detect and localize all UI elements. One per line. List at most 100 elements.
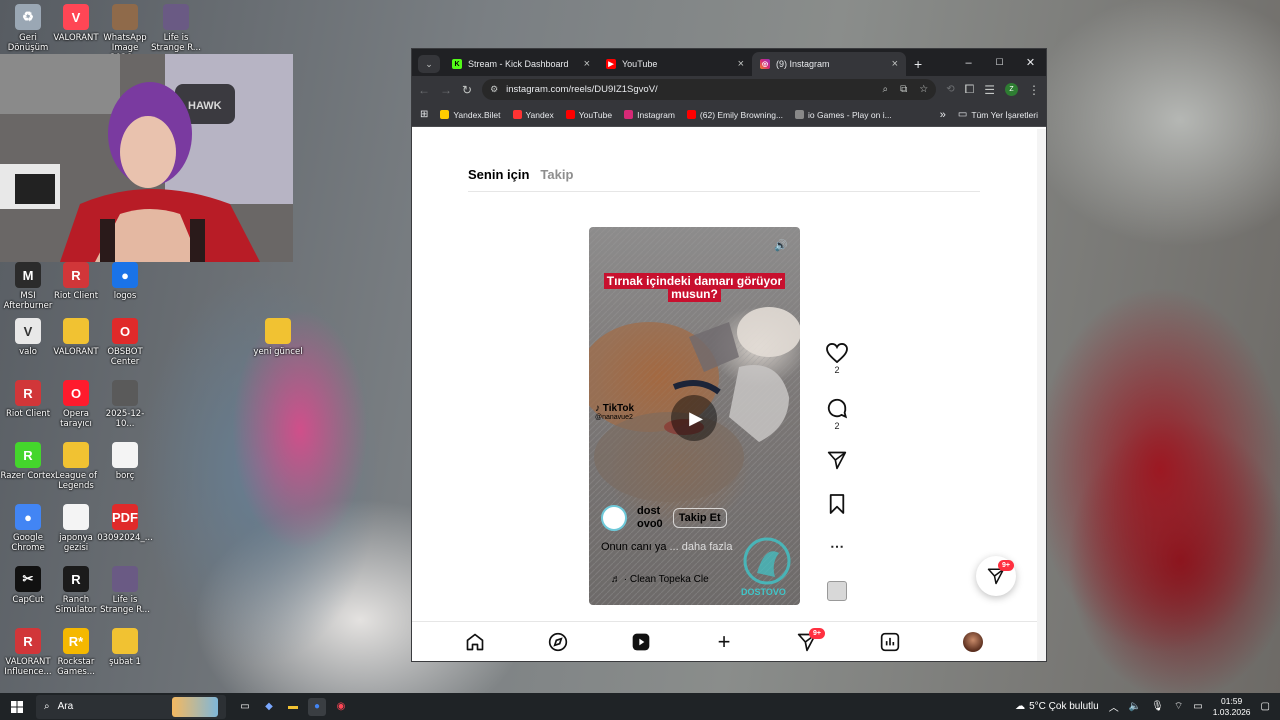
activity-icon[interactable]	[880, 632, 900, 652]
site-settings-icon[interactable]: ⚙	[490, 84, 498, 95]
copilot-icon[interactable]: ◆	[260, 698, 278, 716]
desktop-icon-label: şubat 1	[109, 657, 141, 667]
reels-icon[interactable]	[631, 632, 651, 652]
desktop-icon[interactable]: R Ranch Simulator	[48, 566, 104, 615]
all-bookmarks-folder[interactable]: ▭ Tüm Yer İşaretleri	[958, 109, 1038, 120]
sound-icon[interactable]: 🔊	[774, 239, 788, 252]
more-options-icon[interactable]: ⋯	[825, 538, 849, 555]
desktop-icon[interactable]: O OBSBOT Center	[97, 318, 153, 367]
desktop-icon[interactable]: Life is Strange R...	[148, 4, 204, 53]
search-highlight-image	[172, 696, 218, 717]
app-icon: V	[63, 4, 89, 30]
bookmark-item[interactable]: Yandex	[512, 109, 554, 120]
desktop-icon-label: VALORANT	[53, 33, 99, 43]
reload-icon[interactable]: ↻	[462, 83, 472, 97]
tab-for-you[interactable]: Senin için	[468, 167, 529, 182]
bookmarks-overflow-icon[interactable]: »	[940, 109, 946, 121]
author-username[interactable]: dost ovo0	[637, 505, 663, 531]
desktop-icon[interactable]: League of Legends	[48, 442, 104, 491]
direct-nav-icon[interactable]: 9+	[797, 628, 825, 652]
desktop-icon[interactable]: O Opera tarayıcı	[48, 380, 104, 429]
desktop-icon[interactable]: yeni güncel	[250, 318, 306, 357]
media-controls-icon[interactable]: ☰	[984, 83, 995, 97]
weather-widget[interactable]: ☁ 5°C Çok bulutlu	[1015, 701, 1099, 712]
profile-avatar[interactable]: Z	[1005, 83, 1018, 96]
tab-following[interactable]: Takip	[540, 167, 573, 182]
tray-overflow-icon[interactable]: ︿	[1109, 699, 1119, 714]
address-bar[interactable]: ⚙ instagram.com/reels/DU9IZ1SgvoV/ ⌕ ⧉ ☆	[482, 79, 937, 100]
bookmark-item[interactable]: (62) Emily Browning...	[686, 110, 783, 120]
messages-button[interactable]: 9+	[976, 556, 1016, 596]
close-tab-icon[interactable]: ×	[738, 58, 744, 70]
tab-instagram[interactable]: ◎ (9) Instagram ×	[752, 52, 906, 76]
tab-strip: ⌄ K Stream - Kick Dashboard × ▶ YouTube …	[412, 49, 1046, 76]
bookmark-label: Yandex	[525, 109, 554, 120]
comment-action[interactable]: 2	[825, 397, 849, 431]
tab-kick-dashboard[interactable]: K Stream - Kick Dashboard ×	[444, 52, 598, 76]
extensions-icon[interactable]: ⧠	[965, 82, 975, 97]
windows-start-icon[interactable]	[8, 698, 26, 716]
app-icon	[265, 318, 291, 344]
reel-video[interactable]: 🔊 Tırnak içindeki damarı görüyor musun? …	[589, 227, 800, 605]
follow-button[interactable]: Takip Et	[672, 508, 727, 528]
app-icon: R*	[63, 628, 89, 654]
desktop-icon[interactable]: V VALORANT	[48, 4, 104, 43]
display-icon[interactable]: ▭	[1193, 701, 1202, 712]
forward-icon[interactable]: →	[440, 83, 452, 97]
share-action[interactable]	[825, 450, 849, 472]
bookmark-item[interactable]: YouTube	[565, 110, 612, 120]
new-tab-button[interactable]: +	[906, 52, 930, 76]
desktop-icon[interactable]: borç	[97, 442, 153, 481]
apps-grid-icon[interactable]: ⊞	[420, 109, 428, 120]
menu-icon[interactable]: ⋮	[1028, 83, 1040, 97]
minimize-button[interactable]: –	[953, 57, 984, 69]
profile-icon[interactable]	[963, 632, 983, 652]
more-link[interactable]: ... daha fazla	[670, 541, 733, 553]
taskbar-search[interactable]: ⌕ Ara	[36, 694, 226, 719]
desktop-icon[interactable]: PDF 03092024_...	[97, 504, 153, 543]
file-explorer-icon[interactable]: ▬	[284, 698, 302, 716]
notifications-icon[interactable]: ▢	[1261, 701, 1270, 712]
like-action[interactable]: 2	[825, 342, 849, 375]
bookmark-item[interactable]: Instagram	[624, 110, 675, 120]
microphone-icon[interactable]: 🎙	[1151, 701, 1164, 712]
desktop-icon[interactable]: 2025-12-10...	[97, 380, 153, 429]
back-icon[interactable]: ←	[418, 83, 430, 97]
clock[interactable]: 01:59 1.03.2026	[1213, 696, 1251, 718]
cast-icon[interactable]: ⧉	[900, 84, 907, 95]
maximize-button[interactable]: ☐	[984, 57, 1015, 68]
reel-audio[interactable]: ♬ · Clean Topeka Cle	[611, 574, 709, 585]
desktop-icon[interactable]: ● logos	[97, 262, 153, 301]
desktop-icon[interactable]: R Riot Client	[48, 262, 104, 301]
desktop-icon[interactable]: şubat 1	[97, 628, 153, 667]
zoom-icon[interactable]: ⌕	[883, 84, 889, 95]
save-action[interactable]	[825, 494, 849, 516]
close-tab-icon[interactable]: ×	[584, 58, 590, 70]
desktop-icon[interactable]: VALORANT	[48, 318, 104, 357]
explore-icon[interactable]	[548, 632, 568, 652]
desktop-icon[interactable]: japonya gezisi	[48, 504, 104, 553]
speaker-icon[interactable]: 🔈	[1129, 701, 1141, 712]
desktop-icon[interactable]: R* Rockstar Games...	[48, 628, 104, 677]
close-tab-icon[interactable]: ×	[892, 58, 898, 70]
tab-youtube[interactable]: ▶ YouTube ×	[598, 52, 752, 76]
play-button[interactable]: ▶	[671, 395, 717, 441]
chrome-icon[interactable]: ●	[308, 697, 326, 716]
desktop-icon[interactable]: Life is Strange R...	[97, 566, 153, 615]
tab-search-chevron-icon[interactable]: ⌄	[418, 55, 440, 73]
bookmark-item[interactable]: io Games - Play on i...	[795, 110, 892, 120]
author-avatar[interactable]	[601, 505, 627, 531]
bookmark-item[interactable]: Yandex.Bilet	[440, 110, 501, 120]
tab-title: (9) Instagram	[776, 59, 830, 69]
close-window-button[interactable]: ✕	[1015, 56, 1046, 69]
bookmark-star-icon[interactable]: ☆	[919, 84, 928, 95]
page-scrollbar[interactable]	[1037, 129, 1046, 661]
sync-icon[interactable]: ⟲	[946, 84, 954, 95]
riot-client-icon[interactable]: ◉	[332, 698, 350, 716]
feed-tabs: Senin için Takip	[468, 167, 573, 182]
create-icon[interactable]: +	[714, 629, 734, 654]
wifi-icon[interactable]: ⌔	[1174, 700, 1183, 713]
task-view-icon[interactable]: ▭	[236, 698, 254, 716]
audio-thumbnail[interactable]	[825, 581, 849, 603]
home-icon[interactable]	[465, 632, 485, 652]
